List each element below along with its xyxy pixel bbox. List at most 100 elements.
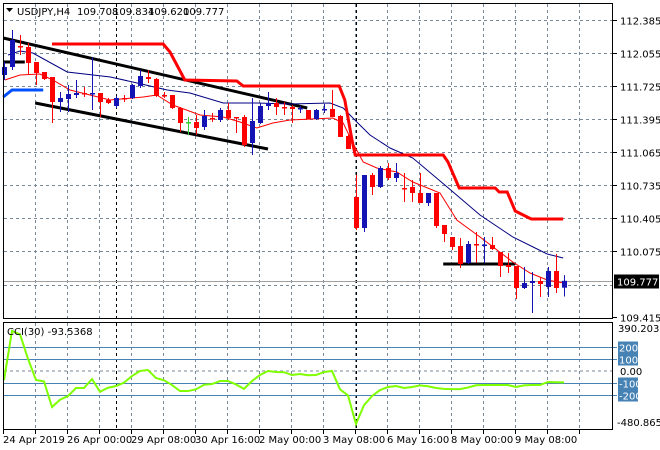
trendline [2,36,308,110]
price-label: 110.405 [620,215,660,226]
candle-body [106,100,111,103]
cci-level-label: 200 [619,344,638,355]
candle-body [34,62,39,73]
candle-body [178,108,183,123]
candle-body [522,283,527,288]
candle-body [122,98,127,100]
price-label: 111.395 [620,116,660,127]
chart-header: USDJPY,H4 109.708 109.834 109.620 109.77… [6,7,224,18]
candle-body [386,168,391,178]
candle-body [242,117,247,145]
candle-body [490,245,495,249]
candle-body [378,168,383,187]
candle-body [562,280,567,288]
candle-body [330,109,335,117]
price-label: 110.075 [620,248,660,259]
candle-body [194,122,199,128]
candle-body [266,103,271,106]
trendline [34,101,269,151]
slow-moving-average [7,50,564,259]
candle-body [50,77,55,102]
candle-body [538,281,543,284]
candle-body [66,94,71,99]
candle-body [18,46,23,48]
price-label: 112.055 [620,50,660,61]
candle-body [530,281,535,283]
candle-body [2,67,7,75]
candle-body [138,76,143,86]
candle-body [474,244,479,246]
band-line [2,88,44,99]
cci-min-label: -480.8651 [617,418,660,429]
candle-body [98,93,103,102]
cci-panel [3,329,617,428]
candle-body [370,175,375,187]
candle-body [394,173,399,178]
price-label: 112.385 [620,17,660,28]
candle-body [458,246,463,264]
candle-body [226,110,231,118]
candle-body [402,188,407,190]
time-label: 29 Apr 08:00 [131,435,196,446]
time-label: 26 Apr 00:00 [67,435,132,446]
candle-body [234,117,239,119]
candle-body [362,175,367,228]
candle-body [418,193,423,203]
candle-body [298,108,303,110]
cci-level-label: -200 [619,392,642,403]
candle-body [90,93,95,95]
trading-chart[interactable]: 112.385 112.055 111.725 111.395 111.065 110.7… [0,0,660,450]
candle-body [514,266,519,288]
candle-body [434,193,439,226]
candle-body [450,237,455,247]
candle-body [482,244,487,246]
symbol-timeframe: USDJPY,H4 [17,7,70,18]
candle-body [146,77,151,79]
grid-lines [3,4,612,429]
indicator-lines [2,36,564,284]
candle-body [42,72,47,79]
cci-zero-label: 0.00 [620,367,642,378]
current-price-label: 109.777 [617,278,658,289]
time-label: 24 Apr 2019 [3,435,65,446]
candle-body [170,95,175,108]
cci-label: CCI(30) -93.5368 [7,327,93,338]
candle-body [554,271,559,288]
candle-body [162,95,167,97]
trailing-stop-line [52,42,564,221]
price-label: 111.065 [620,149,660,160]
candle-body [306,110,311,119]
cci-max-label: 390.2031 [618,324,660,335]
dropdown-triangle-icon[interactable] [6,8,13,12]
candle-body [282,107,287,109]
cci-line [3,329,565,428]
candle-body [58,98,63,102]
candle-body [274,103,279,107]
price-label: 109.415 [620,314,660,325]
candle-body [82,93,87,95]
ohlc-close: 109.777 [183,7,224,18]
candle-body [354,197,359,228]
candle-body [314,110,319,119]
time-label: 3 May 08:00 [323,435,385,446]
candle-body [546,271,551,287]
candle-body [250,121,255,143]
candle-body [410,187,415,193]
candle-body [218,110,223,120]
candle-body [26,47,31,63]
candle-body [346,136,351,149]
cci-level-label: -100 [619,380,642,391]
candle-body [10,40,15,67]
candle-body [154,79,159,96]
candles [2,30,567,313]
candle-body [498,252,503,266]
time-label: 30 Apr 16:00 [195,435,260,446]
price-label: 111.725 [620,83,660,94]
candle-body [426,193,431,203]
cci-level-label: 100 [619,356,638,367]
candle-body [258,106,263,123]
candle-body [338,116,343,137]
candle-body [442,225,447,234]
price-panel-border [3,3,613,319]
time-label: 9 May 08:00 [515,435,577,446]
